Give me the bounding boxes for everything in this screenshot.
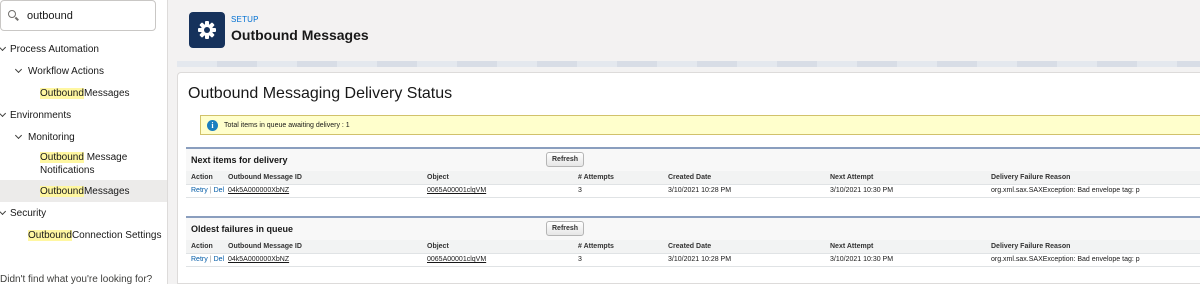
page-title: Outbound Messages [231,27,369,43]
refresh-button[interactable]: Refresh [546,221,585,236]
column-header: # Attempts [573,240,663,254]
column-header: Delivery Failure Reason [986,171,1200,185]
tree-item-workflow-actions[interactable]: Workflow Actions [0,60,167,82]
tree-item-monitoring[interactable]: Monitoring [0,126,167,148]
section-header: Oldest failures in queue Refresh [186,218,1200,240]
message-id-cell: 04k5A000000XbNZ [223,253,422,267]
action-cell: Retry | Del [186,253,225,267]
table-header-row: Action Outbound Message ID Object # Atte… [186,240,1200,254]
setup-sidebar: outbound Process Automation Workflow Act… [0,0,168,284]
chevron-down-icon[interactable] [0,209,6,217]
gear-icon [198,21,216,39]
column-header: Next Attempt [825,171,986,185]
chevron-down-icon[interactable] [0,111,6,119]
tree-item-environments[interactable]: Environments [0,104,167,126]
column-header: Next Attempt [825,240,986,254]
tree-item-security[interactable]: Security [0,202,167,224]
chevron-down-icon[interactable] [14,133,22,141]
message-id-cell: 04k5A000000XbNZ [223,184,422,198]
main-panel: Outbound Messaging Delivery Status i Tot… [177,72,1200,284]
tree-item-label: Connection Settings [71,229,162,241]
column-header: Created Date [663,171,825,185]
search-highlight: Outbound [28,229,72,241]
quick-find-search[interactable]: outbound [0,0,156,31]
section-title: Oldest failures in queue [191,224,294,234]
message-id-link[interactable]: 04k5A000000XbNZ [228,256,289,263]
object-link[interactable]: 0065A00001clqVM [427,256,486,263]
setup-app-icon [189,12,225,48]
column-header: Outbound Message ID [223,240,422,254]
column-header: Created Date [663,240,825,254]
column-header: Delivery Failure Reason [986,240,1200,254]
delete-link[interactable]: Del [214,187,225,194]
section-title: Next items for delivery [191,155,288,165]
tree-item-process-automation[interactable]: Process Automation [0,38,167,60]
delivery-table: Action Outbound Message ID Object # Atte… [186,171,1200,198]
failures-table: Action Outbound Message ID Object # Atte… [186,240,1200,267]
tree-item-label: Monitoring [28,131,75,143]
oldest-failures-section: Oldest failures in queue Refresh Action … [186,216,1200,267]
tree-item-label-line2: Notifications [40,165,95,176]
next-items-section: Next items for delivery Refresh Action O… [186,147,1200,198]
section-header: Next items for delivery Refresh [186,149,1200,171]
column-header: Outbound Message ID [223,171,422,185]
column-header: Action [186,171,223,185]
search-highlight: Outbound [40,185,84,197]
retry-link[interactable]: Retry [191,187,208,194]
column-header: Object [422,171,573,185]
tree-item-outbound-message-notifications[interactable]: Outbound Message Notifications [0,148,167,180]
chevron-down-icon[interactable] [14,67,22,75]
tree-item-label: Messages [83,185,130,197]
search-input[interactable]: outbound [27,10,73,22]
tree-item-label: Outbound Message Notifications [40,151,127,177]
info-icon: i [207,119,218,131]
search-highlight: Outbound [40,152,84,163]
page-header: SETUP Outbound Messages [177,0,1200,67]
column-header: Action [186,240,223,254]
retry-link[interactable]: Retry [191,256,208,263]
refresh-button[interactable]: Refresh [546,152,585,167]
object-cell: 0065A00001clqVM [422,184,573,198]
queue-info-message: i Total items in queue awaiting delivery… [200,115,1200,135]
table-row: Retry | Del 04k5A000000XbNZ 0065A00001clqV… [186,184,1200,198]
tree-item-label: Process Automation [10,43,99,55]
object-link[interactable]: 0065A00001clqVM [427,187,486,194]
sidebar-footer-text: Didn't find what you're looking for? [0,274,153,284]
next-attempt-cell: 3/10/2021 10:30 PM [825,253,986,267]
chevron-down-icon[interactable] [0,45,6,53]
next-attempt-cell: 3/10/2021 10:30 PM [825,184,986,198]
created-date-cell: 3/10/2021 10:28 PM [663,253,825,267]
tree-item-label-rest: Message [83,152,128,163]
message-id-link[interactable]: 04k5A000000XbNZ [228,187,289,194]
tree-item-label: Environments [10,109,72,121]
failure-reason-cell: org.xml.sax.SAXException: Bad envelope t… [986,184,1200,198]
object-cell: 0065A00001clqVM [422,253,573,267]
search-highlight: Outbound [40,87,84,99]
breadcrumb: SETUP [231,15,259,24]
failure-reason-cell: org.xml.sax.SAXException: Bad envelope t… [986,253,1200,267]
tree-item-label: Workflow Actions [28,65,104,77]
column-header: # Attempts [573,171,663,185]
section-heading: Outbound Messaging Delivery Status [188,85,453,102]
tree-item-outbound-messages-monitoring[interactable]: Outbound Messages [0,180,167,202]
tree-item-label: Security [10,207,47,219]
action-cell: Retry | Del [186,184,225,198]
created-date-cell: 3/10/2021 10:28 PM [663,184,825,198]
tree-item-label: Messages [83,87,130,99]
column-header: Object [422,240,573,254]
attempts-cell: 3 [573,253,663,267]
tree-item-outbound-messages-workflow[interactable]: Outbound Messages [0,82,167,104]
table-header-row: Action Outbound Message ID Object # Atte… [186,171,1200,185]
table-row: Retry | Del 04k5A000000XbNZ 0065A00001clqV… [186,253,1200,267]
attempts-cell: 3 [573,184,663,198]
tree-item-outbound-connection-settings[interactable]: Outbound Connection Settings [0,224,167,246]
setup-tree: Process Automation Workflow Actions Outb… [0,38,167,246]
queue-info-text: Total items in queue awaiting delivery :… [224,121,350,129]
delete-link[interactable]: Del [214,256,225,263]
search-icon [7,9,21,23]
